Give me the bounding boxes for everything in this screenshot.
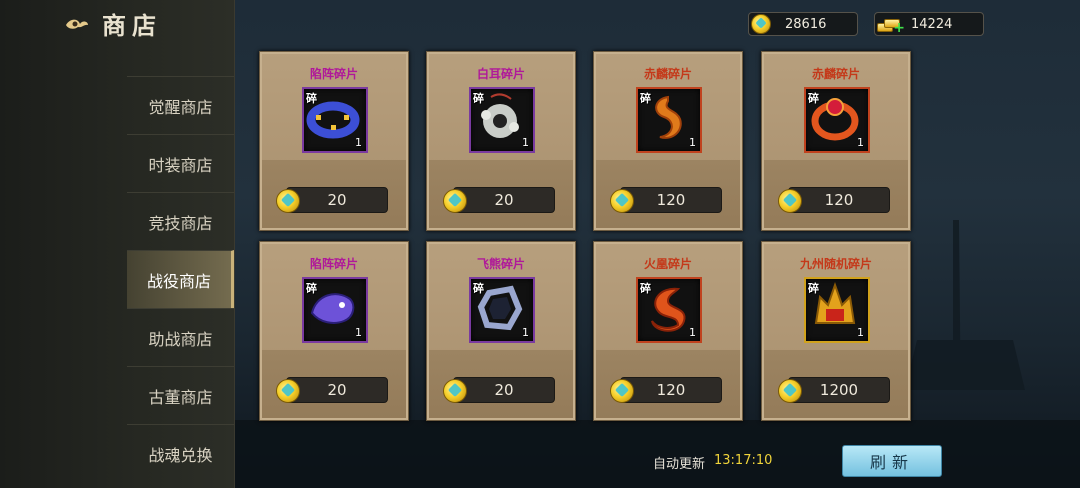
shop-item-card[interactable]: 赤麟碎片碎 1 120 bbox=[593, 51, 743, 231]
background-ship bbox=[905, 220, 1025, 390]
cloud-emblem-icon bbox=[64, 16, 90, 32]
item-name: 陷阵碎片 bbox=[309, 257, 358, 271]
sidebar-item-antique-shop[interactable]: 古董商店 bbox=[127, 366, 234, 424]
price-coin bbox=[610, 379, 634, 403]
item-icon-frame[interactable]: 碎1 bbox=[636, 87, 702, 153]
auto-refresh-label: 自动更新 bbox=[653, 457, 706, 472]
price-coin bbox=[443, 379, 467, 403]
jade-coin-icon bbox=[610, 189, 634, 213]
item-icon-frame[interactable]: 碎1 bbox=[302, 277, 368, 343]
auto-refresh-time: 13:17:10 bbox=[714, 453, 773, 468]
jade-coin-icon bbox=[751, 14, 771, 34]
shard-tag: 碎 bbox=[473, 92, 484, 105]
jade-coin-icon bbox=[610, 379, 634, 403]
price-coin bbox=[276, 189, 300, 213]
shard-tag: 碎 bbox=[808, 282, 819, 295]
page-title: 商店 bbox=[102, 11, 162, 40]
shard-tag: 碎 bbox=[473, 282, 484, 295]
price-coin bbox=[610, 189, 634, 213]
item-icon-frame[interactable]: 碎1 bbox=[469, 87, 535, 153]
sidebar: 商店 觉醒商店 时装商店 竞技商店 战役商店 助战商店 古董商店 战魂兑换 bbox=[0, 0, 235, 488]
price-button[interactable]: 1200 bbox=[788, 377, 890, 403]
gold-balance[interactable]: + 14224 bbox=[874, 12, 984, 36]
item-quantity: 1 bbox=[522, 326, 529, 339]
price-button[interactable]: 20 bbox=[286, 187, 388, 213]
price-coin bbox=[276, 379, 300, 403]
price-button[interactable]: 20 bbox=[453, 377, 555, 403]
item-quantity: 1 bbox=[857, 326, 864, 339]
price-button[interactable]: 20 bbox=[453, 187, 555, 213]
price-button[interactable]: 20 bbox=[286, 377, 388, 403]
shard-tag: 碎 bbox=[640, 92, 651, 105]
item-icon-frame[interactable]: 碎1 bbox=[804, 277, 870, 343]
item-name: 九州随机碎片 bbox=[799, 257, 872, 271]
item-icon-frame[interactable]: 碎1 bbox=[302, 87, 368, 153]
coin-balance: 28616 bbox=[748, 12, 858, 36]
gold-ingot-plus-icon[interactable]: + bbox=[877, 16, 905, 36]
item-quantity: 1 bbox=[355, 136, 362, 149]
price-coin bbox=[778, 189, 802, 213]
shop-item-card[interactable]: 火凰碎片碎 1 120 bbox=[593, 241, 743, 421]
item-name: 赤麟碎片 bbox=[643, 67, 692, 81]
gold-amount: 14224 bbox=[911, 16, 953, 32]
shard-tag: 碎 bbox=[306, 282, 317, 295]
item-quantity: 1 bbox=[522, 136, 529, 149]
item-name: 飞熊碎片 bbox=[476, 257, 525, 271]
shard-tag: 碎 bbox=[306, 92, 317, 105]
shop-item-card[interactable]: 赤麟碎片碎 1 120 bbox=[761, 51, 911, 231]
coin-amount: 28616 bbox=[785, 16, 827, 32]
jade-coin-icon bbox=[276, 379, 300, 403]
price-button[interactable]: 120 bbox=[620, 187, 722, 213]
sidebar-item-support-shop[interactable]: 助战商店 bbox=[127, 308, 234, 366]
item-name: 陷阵碎片 bbox=[309, 67, 358, 81]
sidebar-item-soul-exchange[interactable]: 战魂兑换 bbox=[127, 424, 234, 482]
item-icon-frame[interactable]: 碎1 bbox=[469, 277, 535, 343]
jade-coin-icon bbox=[276, 189, 300, 213]
shop-nav: 觉醒商店 时装商店 竞技商店 战役商店 助战商店 古董商店 战魂兑换 bbox=[127, 76, 234, 482]
item-quantity: 1 bbox=[355, 326, 362, 339]
sidebar-item-arena-shop[interactable]: 竞技商店 bbox=[127, 192, 234, 250]
jade-coin-icon bbox=[778, 189, 802, 213]
item-icon-frame[interactable]: 碎1 bbox=[636, 277, 702, 343]
jade-coin-icon bbox=[443, 379, 467, 403]
refresh-button[interactable]: 刷新 bbox=[842, 445, 942, 477]
shop-item-card[interactable]: 飞熊碎片碎 1 20 bbox=[426, 241, 576, 421]
price-button[interactable]: 120 bbox=[620, 377, 722, 403]
shard-tag: 碎 bbox=[640, 282, 651, 295]
price-button[interactable]: 120 bbox=[788, 187, 890, 213]
item-name: 火凰碎片 bbox=[643, 257, 692, 271]
shop-item-card[interactable]: 陷阵碎片碎 1 20 bbox=[259, 51, 409, 231]
shop-item-card[interactable]: 白耳碎片碎 1 20 bbox=[426, 51, 576, 231]
sidebar-item-campaign-shop[interactable]: 战役商店 bbox=[127, 250, 234, 308]
sidebar-item-fashion-shop[interactable]: 时装商店 bbox=[127, 134, 234, 192]
shop-item-card[interactable]: 陷阵碎片碎 1 20 bbox=[259, 241, 409, 421]
sidebar-item-awaken-shop[interactable]: 觉醒商店 bbox=[127, 76, 234, 134]
item-quantity: 1 bbox=[857, 136, 864, 149]
item-quantity: 1 bbox=[689, 326, 696, 339]
shard-tag: 碎 bbox=[808, 92, 819, 105]
item-icon-frame[interactable]: 碎1 bbox=[804, 87, 870, 153]
shop-item-card[interactable]: 九州随机碎片碎 1 1200 bbox=[761, 241, 911, 421]
page-header: 商店 bbox=[64, 6, 162, 41]
price-coin bbox=[443, 189, 467, 213]
jade-coin-icon bbox=[778, 379, 802, 403]
item-name: 白耳碎片 bbox=[476, 67, 525, 81]
item-quantity: 1 bbox=[689, 136, 696, 149]
item-name: 赤麟碎片 bbox=[811, 67, 860, 81]
price-coin bbox=[778, 379, 802, 403]
jade-coin-icon bbox=[443, 189, 467, 213]
